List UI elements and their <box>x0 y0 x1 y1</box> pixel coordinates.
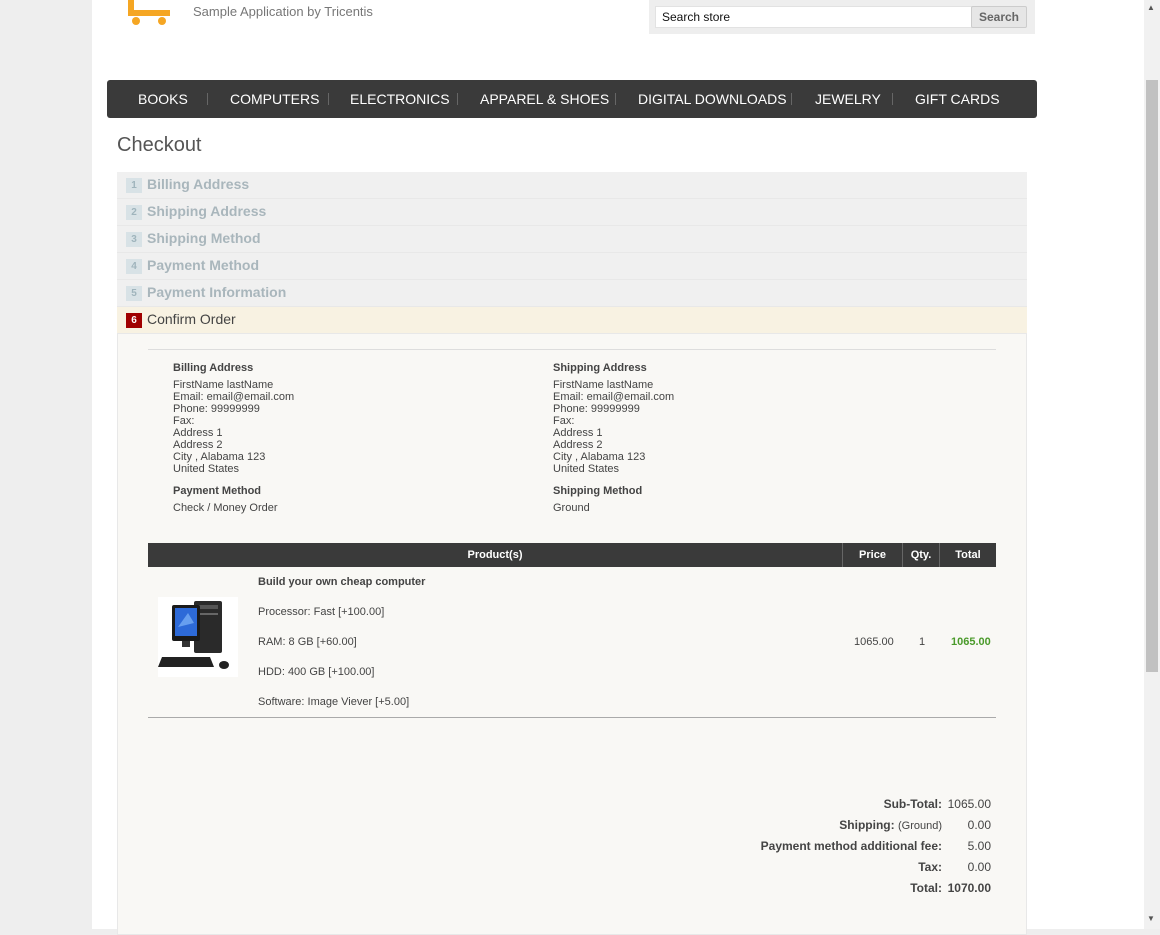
cart-logo-icon[interactable] <box>122 0 178 26</box>
fee-label: Payment method additional fee: <box>760 839 942 853</box>
menu-item-digital-downloads[interactable]: DIGITAL DOWNLOADS <box>638 80 787 118</box>
payment-method-value: Check / Money Order <box>173 502 278 514</box>
menu-separator <box>791 93 792 105</box>
search-button[interactable]: Search <box>971 6 1027 28</box>
cart-table-header: Product(s) Price Qty. Total <box>148 543 996 567</box>
billing-country: United States <box>173 463 240 475</box>
product-attribute: Software: Image Viever [+5.00] <box>258 696 410 708</box>
menu-item-gift-cards[interactable]: GIFT CARDS <box>915 80 1000 118</box>
shipping-fax: Fax: <box>553 415 575 427</box>
step-shipping-address[interactable]: 2 Shipping Address <box>117 199 1027 226</box>
product-qty: 1 <box>919 636 926 648</box>
top-menu: BOOKS COMPUTERS ELECTRONICS APPAREL & SH… <box>107 80 1037 118</box>
billing-email: Email: email@email.com <box>173 391 295 403</box>
order-total-label: Total: <box>910 881 942 895</box>
product-price: 1065.00 <box>854 636 894 648</box>
product-name-link[interactable]: Build your own cheap computer <box>258 576 425 588</box>
menu-item-apparel-shoes[interactable]: APPAREL & SHOES <box>480 80 609 118</box>
menu-item-electronics[interactable]: ELECTRONICS <box>350 80 450 118</box>
step-confirm-order: 6 Confirm Order <box>117 307 1027 334</box>
menu-separator <box>615 93 616 105</box>
menu-separator <box>328 93 329 105</box>
shipping-total-label: Shipping: (Ground) <box>760 818 942 832</box>
step-title: Billing Address <box>147 176 250 192</box>
billing-info: Billing Address FirstName lastName Email… <box>173 362 294 514</box>
header-total: Total <box>955 549 981 561</box>
shipping-heading: Shipping Address <box>553 362 647 374</box>
step-number: 6 <box>126 313 142 328</box>
menu-separator <box>457 93 458 105</box>
checkout-steps: 1 Billing Address 2 Shipping Address 3 S… <box>117 172 1027 334</box>
product-attribute: Processor: Fast [+100.00] <box>258 606 385 618</box>
menu-separator <box>207 93 208 105</box>
step-payment-method[interactable]: 4 Payment Method <box>117 253 1027 280</box>
step-title: Shipping Address <box>147 203 267 219</box>
billing-address1: Address 1 <box>173 427 223 439</box>
shipping-value: 0.00 <box>967 818 991 832</box>
step-number: 4 <box>126 259 142 274</box>
product-attribute: HDD: 400 GB [+100.00] <box>258 666 375 678</box>
shipping-method-note: (Ground) <box>897 820 942 832</box>
billing-name: FirstName lastName <box>173 379 274 391</box>
step-title: Payment Information <box>147 284 287 300</box>
step-title: Payment Method <box>147 257 260 273</box>
menu-separator <box>892 93 893 105</box>
shipping-info: Shipping Address FirstName lastName Emai… <box>553 362 674 514</box>
header-qty: Qty. <box>910 549 932 561</box>
shipping-address2: Address 2 <box>553 439 603 451</box>
product-attribute: RAM: 8 GB [+60.00] <box>258 636 357 648</box>
product-total: 1065.00 <box>951 636 991 648</box>
fee-value: 5.00 <box>967 839 991 853</box>
shipping-name: FirstName lastName <box>553 379 654 391</box>
shipping-city: City , Alabama 123 <box>553 451 646 463</box>
shipping-phone: Phone: 99999999 <box>553 403 640 415</box>
computer-product-image[interactable] <box>158 597 238 677</box>
subtotal-label: Sub-Total: <box>883 797 942 811</box>
payment-method-heading: Payment Method <box>173 485 262 497</box>
scroll-down-arrow-icon[interactable]: ▼ <box>1147 914 1155 923</box>
tax-value: 0.00 <box>967 860 991 874</box>
step-number: 5 <box>126 286 142 301</box>
site-tagline: Sample Application by Tricentis <box>193 4 373 19</box>
header-products: Product(s) <box>467 549 523 561</box>
billing-phone: Phone: 99999999 <box>173 403 260 415</box>
step-number: 2 <box>126 205 142 220</box>
menu-item-computers[interactable]: COMPUTERS <box>230 80 319 118</box>
billing-fax: Fax: <box>173 415 195 427</box>
step-number: 3 <box>126 232 142 247</box>
step-billing-address[interactable]: 1 Billing Address <box>117 172 1027 199</box>
shipping-email: Email: email@email.com <box>553 391 675 403</box>
shipping-method-value: Ground <box>553 502 590 514</box>
billing-heading: Billing Address <box>173 362 254 374</box>
search-input[interactable]: Search store <box>655 6 973 28</box>
step-shipping-method[interactable]: 3 Shipping Method <box>117 226 1027 253</box>
billing-address2: Address 2 <box>173 439 223 451</box>
shipping-method-heading: Shipping Method <box>553 485 643 497</box>
step-payment-information[interactable]: 5 Payment Information <box>117 280 1027 307</box>
step-title: Confirm Order <box>147 311 236 327</box>
step-number: 1 <box>126 178 142 193</box>
subtotal-value: 1065.00 <box>947 797 991 811</box>
menu-item-jewelry[interactable]: JEWELRY <box>815 80 881 118</box>
order-total-value: 1070.00 <box>947 881 991 895</box>
billing-city: City , Alabama 123 <box>173 451 266 463</box>
scroll-up-arrow-icon[interactable]: ▲ <box>1147 3 1155 12</box>
scrollbar-thumb[interactable] <box>1146 80 1158 672</box>
tax-label: Tax: <box>918 860 942 874</box>
divider <box>148 349 996 350</box>
header-price: Price <box>859 549 886 561</box>
table-row-divider <box>148 717 996 718</box>
menu-item-books[interactable]: BOOKS <box>138 80 188 118</box>
page-title: Checkout <box>117 134 202 156</box>
step-title: Shipping Method <box>147 230 261 246</box>
shipping-label: Shipping: <box>839 818 895 832</box>
shipping-country: United States <box>553 463 620 475</box>
shipping-address1: Address 1 <box>553 427 603 439</box>
